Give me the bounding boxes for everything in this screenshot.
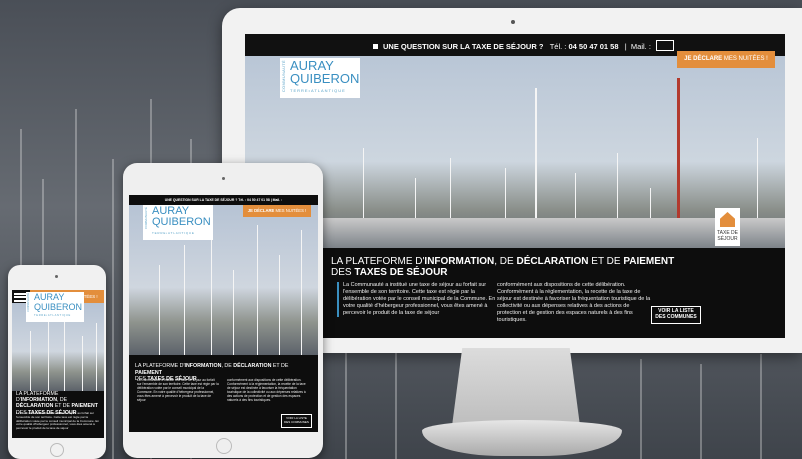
- tablet-list-button[interactable]: VOIR LA LISTE DES COMMUNES: [281, 414, 312, 428]
- house-icon: [720, 212, 735, 227]
- phone-home-button: [50, 443, 64, 457]
- mail-label: Mail. :: [630, 42, 651, 51]
- tablet-screen: UNE QUESTION SUR LA TAXE DE SÉJOUR ? Tél…: [129, 195, 318, 432]
- hero-title: LA PLATEFORME D'INFORMATION, DE DÉCLARAT…: [331, 256, 675, 278]
- tablet-top-bar: UNE QUESTION SUR LA TAXE DE SÉJOUR ? Tél…: [164, 198, 283, 202]
- tablet-home-button: [216, 438, 232, 454]
- tablet-column-2: conformément aux dispositions de cette d…: [227, 378, 306, 403]
- desktop-screen: UNE QUESTION SUR LA TAXE DE SÉJOUR ? Tél…: [245, 34, 785, 338]
- taxe-sejour-badge: TAXE DE SÉJOUR: [715, 208, 740, 246]
- badge-line2: SÉJOUR: [717, 236, 738, 242]
- separator: |: [624, 42, 627, 51]
- phone-intro-text: La Communauté a institué une taxe de séj…: [16, 411, 100, 431]
- cta-rest: MES NUITÉES !: [723, 56, 768, 62]
- mast: [640, 359, 642, 459]
- phone-logo[interactable]: COMMUNAUTÉ AURAY QUIBERON TERRE•ATLANTIQ…: [26, 292, 84, 322]
- webcam: [511, 20, 515, 24]
- logo-vertical-text: COMMUNAUTÉ: [281, 60, 286, 93]
- harbor-boats: [245, 218, 785, 248]
- list-communes-button[interactable]: VOIR LA LISTE DES COMMUNES: [651, 306, 701, 324]
- bullet-square: [373, 44, 378, 49]
- intro-column-2: conformément aux dispositions de cette d…: [497, 282, 651, 323]
- mail-icon[interactable]: [656, 40, 675, 51]
- logo[interactable]: COMMUNAUTÉ AURAY QUIBERON TERRE•ATLANTIQ…: [280, 58, 360, 98]
- mast: [112, 159, 114, 459]
- tel-label: Tél. :: [549, 42, 567, 51]
- tablet-camera: [222, 177, 225, 180]
- declare-nights-button[interactable]: JE DÉCLARE MES NUITÉES !: [677, 51, 775, 68]
- mast: [345, 339, 347, 459]
- logo-line2: QUIBERON: [290, 71, 360, 86]
- monitor-stand: [452, 348, 580, 426]
- phone-screen: JE DÉCLARE MES NUITÉES ! COMMUNAUTÉ AURA…: [12, 290, 104, 438]
- tablet-declare-button[interactable]: JE DÉCLARE MES NUITÉES !: [243, 205, 311, 217]
- intro-column-1: La Communauté a institué une taxe de séj…: [337, 282, 497, 317]
- tablet-column-1: La Communauté a institué une taxe de séj…: [137, 378, 219, 403]
- logo-tagline: TERRE•ATLANTIQUE: [290, 88, 346, 93]
- mast: [700, 364, 702, 459]
- cta-strong: JE DÉCLARE: [684, 56, 723, 62]
- question-text: UNE QUESTION SUR LA TAXE DE SÉJOUR ?: [383, 42, 544, 51]
- mast: [395, 349, 397, 459]
- tel-number[interactable]: 04 50 47 01 58: [568, 42, 618, 51]
- phone-camera: [55, 275, 58, 278]
- mast: [760, 354, 762, 459]
- tablet-logo[interactable]: COMMUNAUTÉ AURAY QUIBERON TERRE•ATLANTIQ…: [143, 205, 213, 240]
